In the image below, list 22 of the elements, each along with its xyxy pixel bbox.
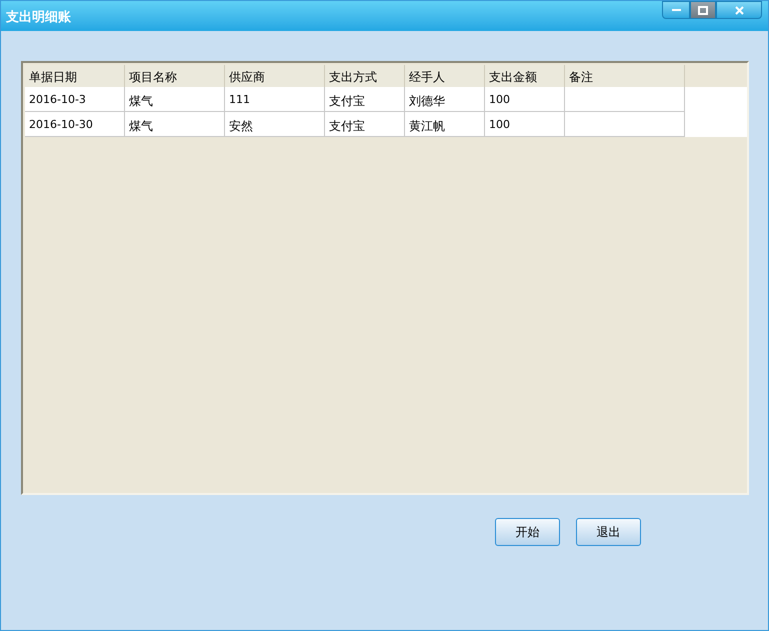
close-button[interactable] <box>716 1 762 19</box>
column-header[interactable]: 支出方式 <box>325 65 405 87</box>
maximize-button[interactable] <box>690 1 716 19</box>
close-icon <box>734 6 744 14</box>
column-header[interactable]: 单据日期 <box>25 65 125 87</box>
column-header[interactable]: 备注 <box>565 65 685 87</box>
table-cell: 黄江帆 <box>405 112 485 137</box>
table-cell: 2016-10-30 <box>25 112 125 137</box>
minimize-icon <box>672 8 680 12</box>
maximize-icon <box>698 6 708 14</box>
minimize-button[interactable] <box>662 1 690 19</box>
action-button[interactable]: 退出 <box>576 518 641 546</box>
table-cell: 煤气 <box>125 112 225 137</box>
table-cell: 安然 <box>225 112 325 137</box>
table-cell: 支付宝 <box>325 112 405 137</box>
column-header[interactable]: 供应商 <box>225 65 325 87</box>
window-title: 支出明细账 <box>6 9 71 27</box>
column-header[interactable]: 经手人 <box>405 65 485 87</box>
table-cell: 100 <box>485 112 565 137</box>
column-header[interactable]: 支出金额 <box>485 65 565 87</box>
column-header[interactable]: 项目名称 <box>125 65 225 87</box>
action-button[interactable]: 开始 <box>495 518 560 546</box>
